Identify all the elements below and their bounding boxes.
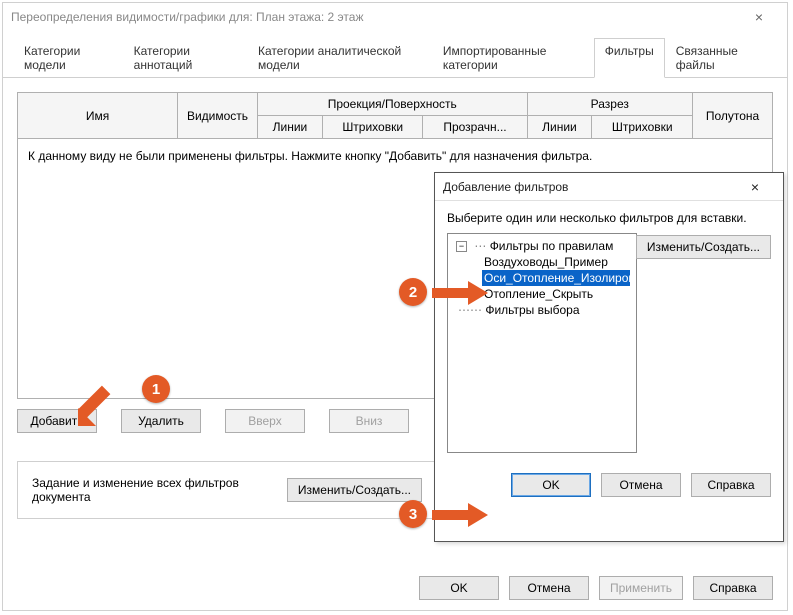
col-sec-lines: Линии [527,116,592,139]
dialog-help-button[interactable]: Справка [691,473,771,497]
annotation-badge-2: 2 [399,278,427,306]
apply-button: Применить [599,576,683,600]
col-projection-group: Проекция/Поверхность [258,93,528,116]
remove-button[interactable]: Удалить [121,409,201,433]
cancel-button[interactable]: Отмена [509,576,589,600]
annotation-arrow-1 [78,378,126,429]
dialog-ok-button[interactable]: OK [511,473,591,497]
annotation-badge-3: 3 [399,500,427,528]
add-filters-dialog: Добавление фильтров × Выберите один или … [434,172,784,542]
close-icon[interactable]: × [739,9,779,25]
document-filters-group: Задание и изменение всех фильтров докуме… [17,461,437,519]
main-tabs: Категории модели Категории аннотаций Кат… [3,31,787,78]
dialog-edit-create-button[interactable]: Изменить/Создать... [636,235,771,259]
tab-linked-files[interactable]: Связанные файлы [665,38,777,78]
col-proj-patterns: Штриховки [322,116,423,139]
document-filters-label: Задание и изменение всех фильтров докуме… [32,476,267,504]
main-title: Переопределения видимости/графики для: П… [11,10,363,24]
collapse-icon[interactable]: − [456,241,467,252]
down-button: Вниз [329,409,409,433]
tree-root-rules[interactable]: − ⋯ Фильтры по правилам [454,238,630,254]
ok-button[interactable]: OK [419,576,499,600]
tree-item-selected[interactable]: Оси_Отопление_Изолировать [482,270,630,286]
col-proj-lines: Линии [258,116,323,139]
dialog-body: Выберите один или несколько фильтров для… [435,201,783,463]
col-halftone: Полутона [693,93,773,139]
filters-tree[interactable]: − ⋯ Фильтры по правилам Воздуховоды_Прим… [447,233,637,453]
dialog-cancel-button[interactable]: Отмена [601,473,681,497]
dialog-prompt: Выберите один или несколько фильтров для… [447,211,771,225]
dialog-title: Добавление фильтров [443,180,568,194]
col-visibility: Видимость [178,93,258,139]
tab-imported-categories[interactable]: Импортированные категории [432,38,594,78]
col-section-group: Разрез [527,93,693,116]
annotation-arrow-3 [432,503,488,527]
main-titlebar: Переопределения видимости/графики для: П… [3,3,787,31]
tree-item[interactable]: Воздуховоды_Пример [482,254,630,270]
tab-analytical-categories[interactable]: Категории аналитической модели [247,38,432,78]
dialog-titlebar: Добавление фильтров × [435,173,783,201]
annotation-badge-1: 1 [142,375,170,403]
annotation-arrow-2 [432,281,488,305]
tree-item[interactable]: Отопление_Скрыть [482,286,630,302]
edit-create-button[interactable]: Изменить/Создать... [287,478,422,502]
tab-model-categories[interactable]: Категории модели [13,38,123,78]
tab-annotation-categories[interactable]: Категории аннотаций [123,38,247,78]
help-button[interactable]: Справка [693,576,773,600]
col-sec-patterns: Штриховки [592,116,693,139]
up-button: Вверх [225,409,305,433]
close-icon[interactable]: × [735,179,775,195]
main-footer: OK Отмена Применить Справка [419,576,773,600]
tab-filters[interactable]: Фильтры [594,38,665,78]
col-name: Имя [18,93,178,139]
col-proj-transparency: Прозрачн... [423,116,527,139]
